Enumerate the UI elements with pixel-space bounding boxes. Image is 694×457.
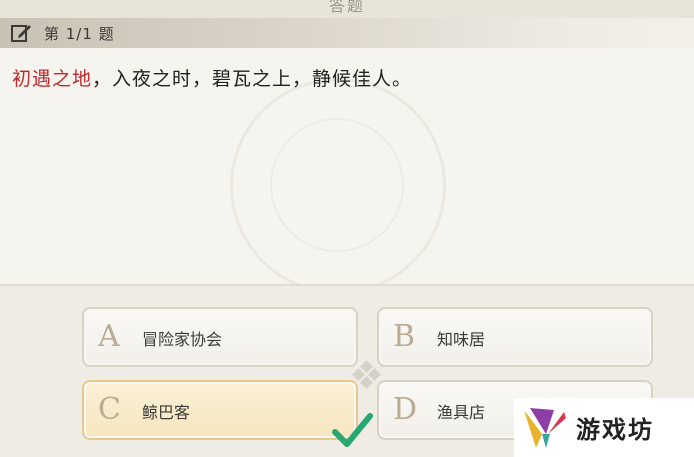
option-b[interactable]: B 知味居 — [377, 307, 653, 367]
option-c[interactable]: C 鲸巴客 — [82, 380, 358, 440]
watermark-text: 游戏坊 — [576, 416, 654, 444]
option-label: 知味居 — [437, 330, 486, 349]
option-letter: D — [393, 392, 418, 427]
decor-circle-inner — [270, 118, 404, 252]
question-text-rest: ，入夜之时，碧瓦之上，静候佳人。 — [92, 68, 413, 90]
question-text: 初遇之地，入夜之时，碧瓦之上，静候佳人。 — [12, 64, 412, 91]
option-label: 鲸巴客 — [142, 403, 191, 422]
question-header: 第 1/1 题 — [0, 18, 694, 48]
yx-logo-icon — [524, 408, 566, 448]
checkmark-icon — [332, 413, 373, 447]
question-panel: 初遇之地，入夜之时，碧瓦之上，静候佳人。 — [0, 48, 694, 284]
page-title: 答题 — [328, 0, 365, 15]
watermark-logo: 游戏坊 — [514, 398, 694, 457]
edit-icon — [11, 25, 31, 42]
option-label: 渔具店 — [437, 403, 486, 422]
top-strip: 答题 — [0, 0, 694, 18]
option-letter: C — [98, 392, 121, 427]
question-highlight: 初遇之地 — [12, 68, 93, 90]
option-letter: B — [393, 319, 416, 354]
option-a[interactable]: A 冒险家协会 — [82, 307, 358, 367]
question-number: 第 1/1 题 — [44, 25, 115, 43]
option-label: 冒险家协会 — [142, 330, 223, 349]
option-letter: A — [98, 319, 120, 354]
